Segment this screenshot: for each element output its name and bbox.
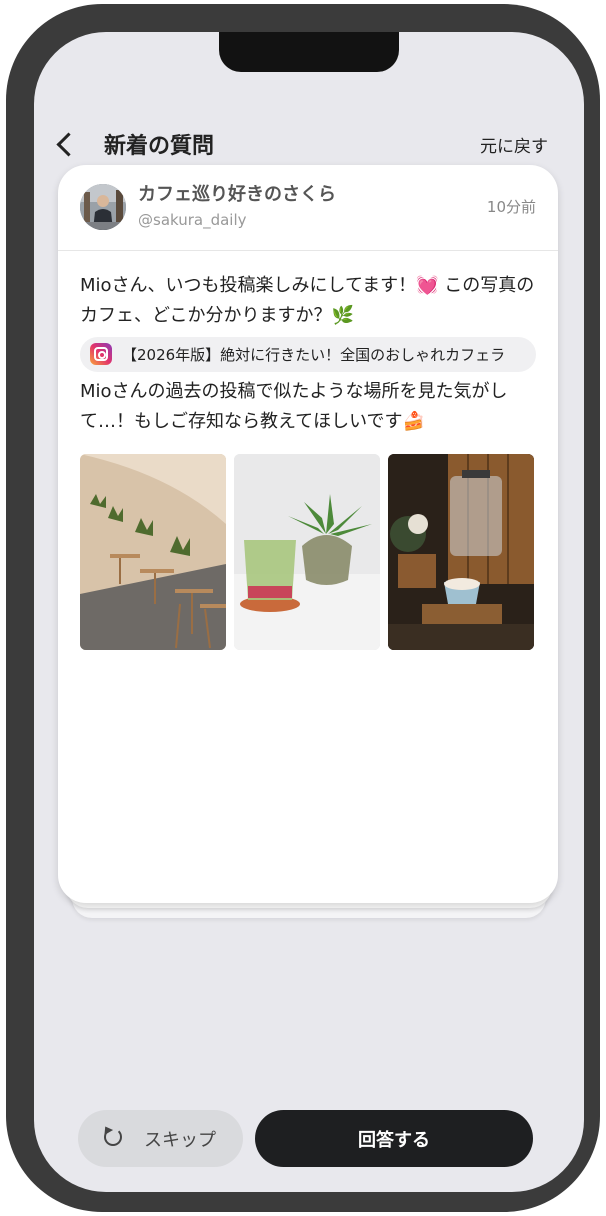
photo-gallery (80, 454, 536, 650)
skip-label: スキップ (144, 1130, 216, 1151)
timestamp: 10分前 (486, 198, 536, 216)
page-title: 新着の質問 (104, 134, 215, 159)
camera-notch (219, 32, 399, 72)
undo-arrow-icon (104, 1128, 122, 1146)
card-header: カフェ巡り好きのさくら @sakura_daily 10分前 (58, 165, 558, 251)
linked-post-chip[interactable]: 【2026年版】絶対に行きたい！全国のおしゃれカフェラ (80, 337, 536, 372)
instagram-icon (90, 343, 112, 365)
avatar (80, 184, 126, 230)
matcha-latte-photo[interactable] (234, 454, 380, 650)
linked-post-title: 【2026年版】絶対に行きたい！全国のおしゃれカフェラ (122, 346, 506, 364)
user-name: カフェ巡り好きのさくら (138, 184, 336, 205)
screen: 新着の質問 元に戻す カフェ巡り好きのさくら @sakura_daily 10分… (34, 32, 584, 1192)
question-card[interactable]: カフェ巡り好きのさくら @sakura_daily 10分前 Mioさん、いつも… (58, 165, 558, 903)
coffee-counter-photo[interactable] (388, 454, 534, 650)
undo-button[interactable]: 元に戻す (480, 132, 548, 157)
phone-frame: 新着の質問 元に戻す カフェ巡り好きのさくら @sakura_daily 10分… (6, 4, 600, 1212)
user-handle: @sakura_daily (138, 211, 247, 229)
answer-button[interactable]: 回答する (255, 1110, 533, 1167)
answer-label: 回答する (358, 1130, 430, 1151)
question-text: Mioさん、いつも投稿楽しみにしてます！💓 この写真のカフェ、どこか分かりますか… (80, 275, 535, 326)
back-chevron-icon[interactable] (56, 132, 81, 157)
cafe-interior-photo[interactable] (80, 454, 226, 650)
skip-button[interactable]: スキップ (78, 1110, 243, 1167)
question-followup-text: Mioさんの過去の投稿で似たような場所を見た気がして…！もしご存知なら教えてほし… (80, 381, 508, 432)
